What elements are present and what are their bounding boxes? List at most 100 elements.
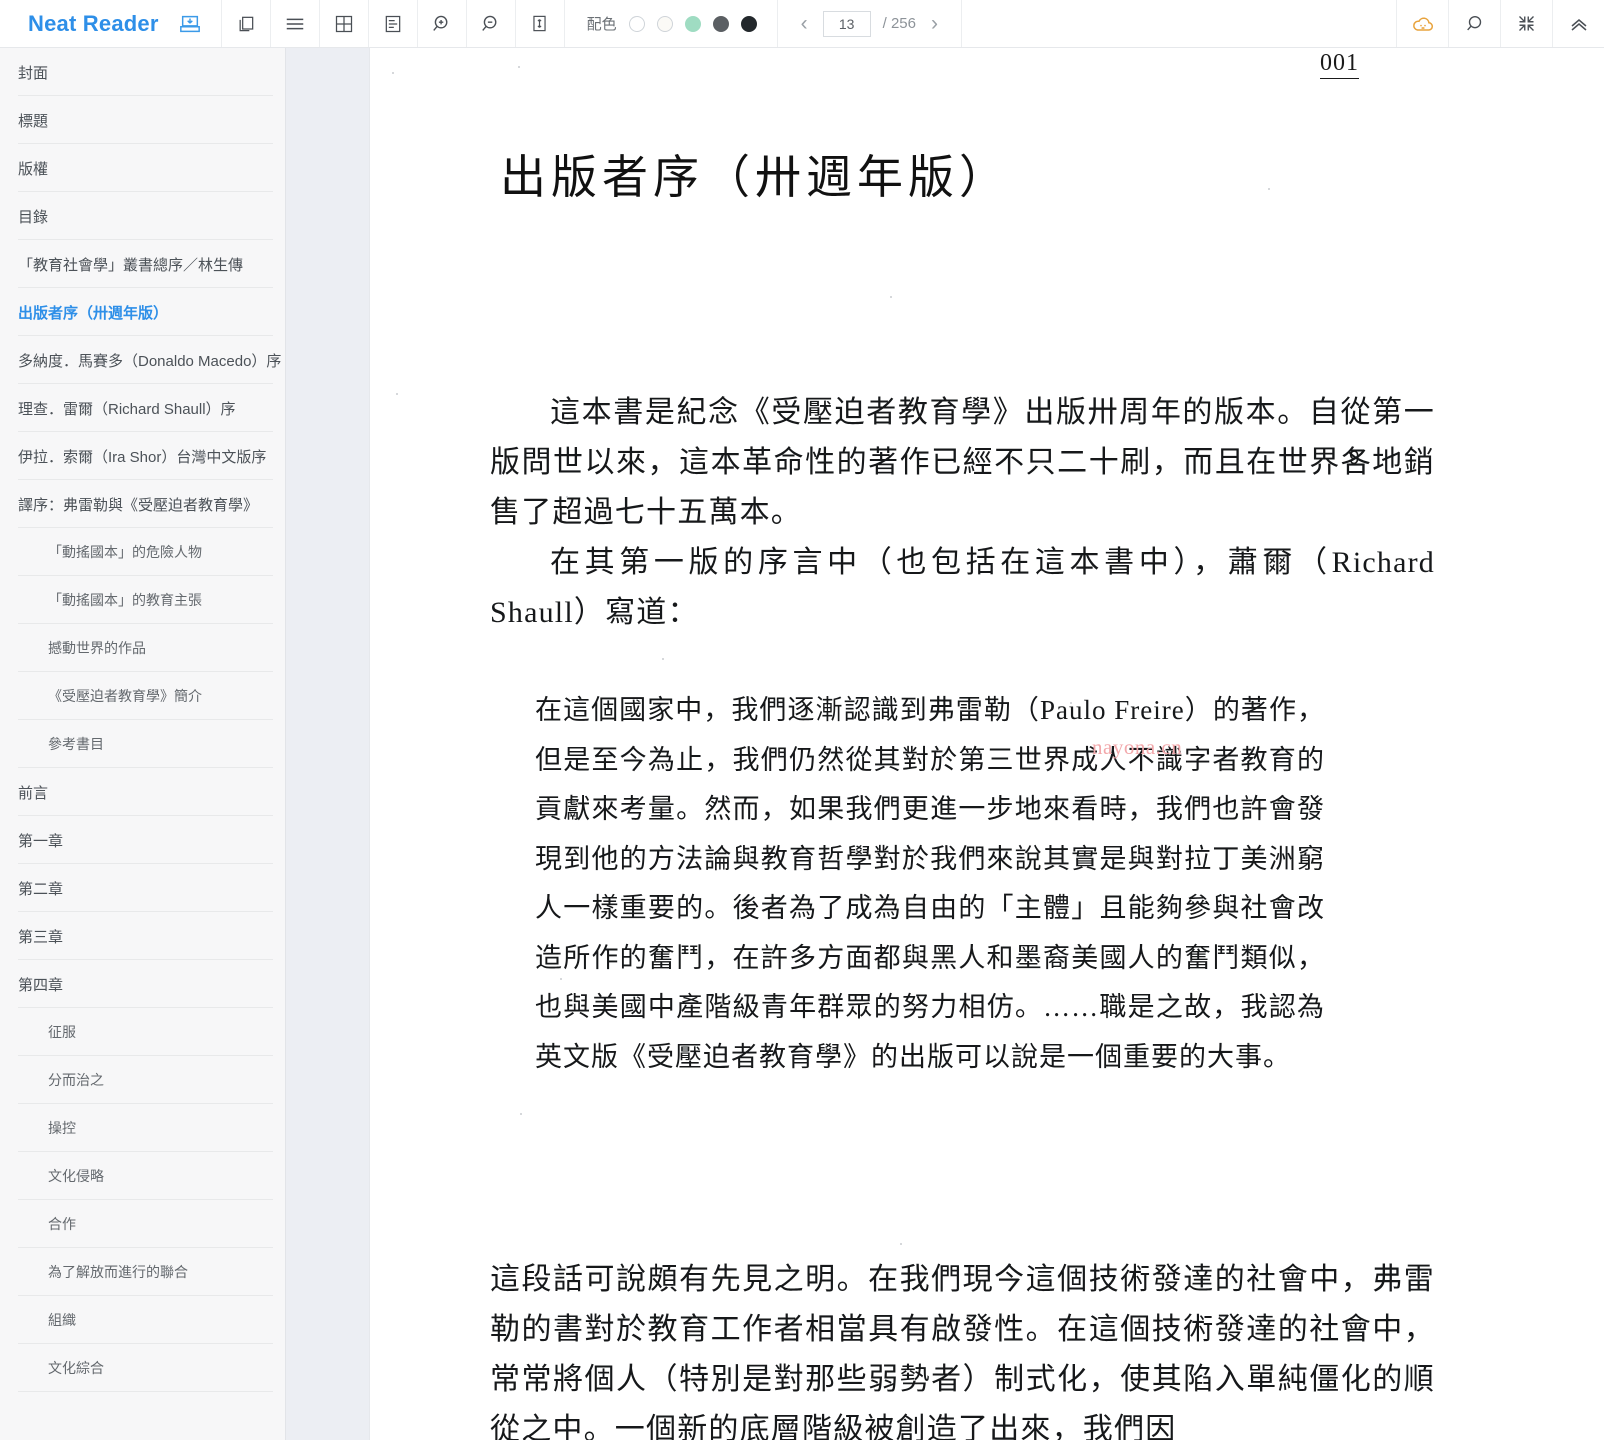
- sidebar-item[interactable]: 出版者序（卅週年版）: [0, 288, 285, 336]
- sidebar-item[interactable]: 文化綜合: [0, 1344, 285, 1392]
- sidebar-item[interactable]: 第四章: [0, 960, 285, 1008]
- sidebar-item[interactable]: 譯序：弗雷勒與《受壓迫者教育學》: [0, 480, 285, 528]
- sidebar-item-label: 封面: [18, 64, 49, 82]
- sidebar-item-label: 標題: [18, 112, 49, 130]
- sidebar-item[interactable]: 撼動世界的作品: [0, 624, 285, 672]
- total-pages-label: / 256: [882, 15, 916, 32]
- sidebar-item-label: 「教育社會學」叢書總序／林生傳: [18, 256, 244, 274]
- sidebar-item[interactable]: 為了解放而進行的聯合: [0, 1248, 285, 1296]
- sidebar-item[interactable]: 分而治之: [0, 1056, 285, 1104]
- brand-area: Neat Reader: [0, 0, 221, 47]
- body-paragraph-group-1: 這本書是紀念《受壓迫者教育學》出版卅周年的版本。自從第一版問世以來，這本革命性的…: [490, 388, 1435, 638]
- collapse-icon[interactable]: [1500, 0, 1552, 47]
- zoom-in-icon[interactable]: [416, 0, 466, 47]
- scan-fleck: [1156, 1051, 1158, 1053]
- paragraph-2: 在其第一版的序言中（也包括在這本書中），蕭爾（Richard Shaull）寫道…: [490, 546, 1435, 629]
- sidebar-item-label: 撼動世界的作品: [48, 640, 146, 656]
- scan-fleck: [518, 66, 520, 68]
- blockquote: 在這個國家中，我們逐漸認識到弗雷勒（Paulo Freire）的著作，但是至今為…: [535, 695, 1325, 1072]
- scan-fleck: [520, 1113, 522, 1115]
- sidebar-item[interactable]: 前言: [0, 768, 285, 816]
- sidebar-item-label: 第二章: [18, 880, 64, 898]
- toc-list: 封面標題版權目錄「教育社會學」叢書總序／林生傳 出版者序（卅週年版） 多納度．馬賽多…: [0, 48, 285, 1392]
- sidebar-item-label: 第四章: [18, 976, 64, 994]
- paragraph-1: 這本書是紀念《受壓迫者教育學》出版卅周年的版本。自從第一版問世以來，這本革命性的…: [490, 396, 1435, 529]
- scan-fleck: [1268, 188, 1270, 190]
- table-of-contents-sidebar[interactable]: 封面標題版權目錄「教育社會學」叢書總序／林生傳 出版者序（卅週年版） 多納度．馬賽多…: [0, 48, 285, 1440]
- color-swatch-green[interactable]: [684, 15, 701, 32]
- sidebar-item-label: 前言: [18, 784, 49, 802]
- sidebar-item[interactable]: 「動搖國本」的教育主張: [0, 576, 285, 624]
- sidebar-item-label: 多納度．馬賽多（Donaldo Macedo）序: [18, 352, 282, 370]
- color-swatch-white[interactable]: [628, 15, 645, 32]
- reader-page: 001 出版者序（卅週年版） 9 這本書是紀念《受壓迫者教育學》出版卅周年的版本…: [370, 48, 1604, 1440]
- color-swatch-cream[interactable]: [656, 15, 673, 32]
- fit-height-icon[interactable]: [514, 0, 564, 47]
- sidebar-item[interactable]: 標題: [0, 96, 285, 144]
- grid-view-icon[interactable]: [318, 0, 368, 47]
- sidebar-item[interactable]: 第二章: [0, 864, 285, 912]
- sidebar-item[interactable]: 版權: [0, 144, 285, 192]
- sidebar-item[interactable]: 《受壓迫者教育學》簡介: [0, 672, 285, 720]
- sidebar-item-label: 目錄: [18, 208, 49, 226]
- page-marker: 001: [1320, 50, 1359, 79]
- body-paragraph-group-2: 這段話可說頗有先見之明。在我們現今這個技術發達的社會中，弗雷勒的書對於教育工作者…: [490, 1255, 1435, 1440]
- sidebar-item-label: 版權: [18, 160, 49, 178]
- sidebar-item-label: 出版者序（卅週年版）: [18, 304, 169, 322]
- app-title: Neat Reader: [28, 10, 159, 36]
- sidebar-item[interactable]: 組織: [0, 1296, 285, 1344]
- sidebar-item[interactable]: 「動搖國本」的危險人物: [0, 528, 285, 576]
- save-book-icon[interactable]: [173, 13, 207, 35]
- scan-fleck: [890, 296, 892, 298]
- neat-reader-window: Neat Reader 配色 ‹ 13 / 256 › 封面 標題 版權 目錄 …: [0, 0, 1604, 1440]
- scan-fleck: [900, 1243, 902, 1245]
- sidebar-item[interactable]: 目錄: [0, 192, 285, 240]
- scan-fleck: [392, 72, 394, 74]
- paragraph-3: 這段話可說頗有先見之明。在我們現今這個技術發達的社會中，弗雷勒的書對於教育工作者…: [490, 1263, 1435, 1440]
- scan-fleck: [1070, 702, 1072, 704]
- color-scheme-group: 配色: [563, 0, 777, 47]
- page-number-input[interactable]: [822, 10, 871, 37]
- sidebar-item-label: 組織: [48, 1312, 76, 1328]
- sidebar-item-label: 《受壓迫者教育學》簡介: [48, 688, 202, 704]
- sidebar-item[interactable]: 參考書目: [0, 720, 285, 768]
- sidebar-item-label: 第一章: [18, 832, 64, 850]
- zoom-out-icon[interactable]: [465, 0, 515, 47]
- list-view-icon[interactable]: [269, 0, 319, 47]
- scan-fleck: [662, 658, 664, 660]
- sidebar-item-label: 「動搖國本」的危險人物: [48, 544, 202, 560]
- sidebar-item[interactable]: 第三章: [0, 912, 285, 960]
- sidebar-item-label: 征服: [48, 1024, 76, 1040]
- sidebar-item[interactable]: 征服: [0, 1008, 285, 1056]
- scan-fleck: [560, 978, 562, 980]
- sidebar-item[interactable]: 理查．雷爾（Richard Shaull）序: [0, 384, 285, 432]
- scan-fleck: [396, 393, 398, 395]
- sidebar-item[interactable]: 封面: [0, 48, 285, 96]
- sidebar-item[interactable]: 「教育社會學」叢書總序／林生傳: [0, 240, 285, 288]
- next-page-button[interactable]: ›: [928, 11, 941, 36]
- sidebar-item[interactable]: 伊拉．索爾（Ira Shor）台灣中文版序: [0, 432, 285, 480]
- cloud-sync-icon[interactable]: [1396, 0, 1448, 47]
- copy-icon[interactable]: [220, 0, 270, 47]
- sidebar-item[interactable]: 合作: [0, 1200, 285, 1248]
- sidebar-item[interactable]: 第一章: [0, 816, 285, 864]
- page-gutter: [285, 48, 370, 1440]
- sidebar-item[interactable]: 文化侵略: [0, 1152, 285, 1200]
- sidebar-item-label: 伊拉．索爾（Ira Shor）台灣中文版序: [18, 448, 267, 466]
- prev-page-button[interactable]: ‹: [798, 11, 811, 36]
- sidebar-item[interactable]: 多納度．馬賽多（Donaldo Macedo）序: [0, 336, 285, 384]
- sidebar-item-label: 分而治之: [48, 1072, 104, 1088]
- sidebar-item-label: 文化侵略: [48, 1168, 104, 1184]
- sidebar-item-label: 文化綜合: [48, 1360, 104, 1376]
- search-icon[interactable]: [1448, 0, 1500, 47]
- chevron-up-icon[interactable]: [1552, 0, 1604, 47]
- color-swatch-gray[interactable]: [712, 15, 729, 32]
- view-tools-group: [220, 0, 564, 47]
- sidebar-item-label: 操控: [48, 1120, 76, 1136]
- color-scheme-label: 配色: [586, 16, 617, 33]
- page-layout-icon[interactable]: [367, 0, 417, 47]
- sidebar-item[interactable]: 操控: [0, 1104, 285, 1152]
- page-navigation: ‹ / 256 ›: [776, 0, 962, 47]
- sidebar-item-label: 參考書目: [48, 736, 104, 752]
- color-swatch-black[interactable]: [740, 15, 757, 32]
